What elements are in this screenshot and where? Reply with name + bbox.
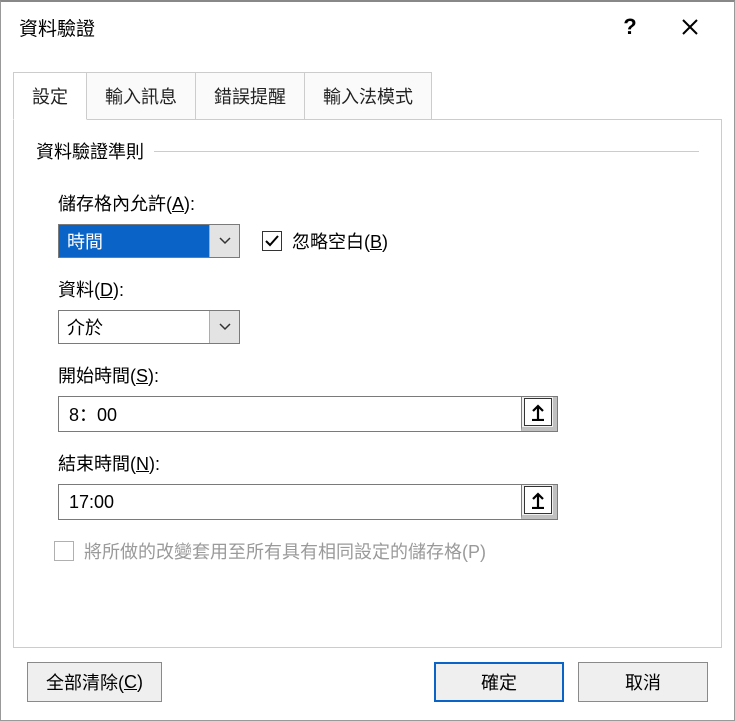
- apply-all-checkbox: [54, 541, 74, 561]
- tab-ime-mode[interactable]: 輸入法模式: [304, 72, 432, 120]
- start-time-field-row: [58, 396, 558, 432]
- chevron-down-icon: [219, 237, 231, 245]
- tab-settings[interactable]: 設定: [13, 72, 87, 120]
- dialog-footer: 全部清除(C) 確定 取消: [13, 648, 722, 720]
- allow-select-dropdown-button[interactable]: [209, 225, 239, 257]
- end-time-field-row: [58, 484, 558, 520]
- check-icon: [264, 233, 280, 249]
- end-time-input[interactable]: [59, 485, 521, 519]
- data-label: 資料(D):: [58, 276, 699, 302]
- apply-all-label: 將所做的改變套用至所有具有相同設定的儲存格(P): [84, 538, 486, 564]
- data-select[interactable]: 介於: [58, 310, 240, 344]
- allow-label: 儲存格內允許(A):: [58, 190, 699, 216]
- criteria-group-label: 資料驗證準則: [36, 138, 699, 164]
- criteria-group-text: 資料驗證準則: [36, 138, 144, 164]
- start-time-ref-button[interactable]: [521, 397, 557, 431]
- tab-input-message[interactable]: 輸入訊息: [86, 72, 196, 120]
- close-icon: [681, 18, 699, 36]
- end-time-label: 結束時間(N):: [58, 450, 699, 476]
- collapse-dialog-icon: [530, 491, 546, 509]
- chevron-down-icon: [219, 323, 231, 331]
- tab-bar: 設定 輸入訊息 錯誤提醒 輸入法模式: [13, 72, 722, 120]
- dialog-title: 資料驗證: [19, 14, 600, 41]
- help-button[interactable]: ?: [600, 2, 660, 52]
- ignore-blank-label: 忽略空白(B): [292, 228, 388, 254]
- close-button[interactable]: [660, 2, 720, 52]
- cancel-button[interactable]: 取消: [578, 662, 708, 702]
- allow-select[interactable]: 時間: [58, 224, 240, 258]
- allow-select-value: 時間: [59, 225, 209, 257]
- collapse-dialog-icon: [530, 403, 546, 421]
- start-time-input[interactable]: [59, 397, 521, 431]
- data-select-dropdown-button[interactable]: [209, 311, 239, 343]
- end-time-ref-button[interactable]: [521, 485, 557, 519]
- data-validation-dialog: 資料驗證 ? 設定 輸入訊息 錯誤提醒 輸入法模式 資料驗證準則 儲存格內允許(…: [0, 0, 735, 721]
- ok-button[interactable]: 確定: [434, 662, 564, 702]
- clear-all-button[interactable]: 全部清除(C): [27, 662, 162, 702]
- start-time-label: 開始時間(S):: [58, 362, 699, 388]
- titlebar: 資料驗證 ?: [1, 2, 734, 52]
- dialog-body: 設定 輸入訊息 錯誤提醒 輸入法模式 資料驗證準則 儲存格內允許(A): 時間: [1, 52, 734, 720]
- apply-all-row: 將所做的改變套用至所有具有相同設定的儲存格(P): [54, 538, 699, 564]
- tab-content-settings: 資料驗證準則 儲存格內允許(A): 時間: [13, 119, 722, 648]
- ignore-blank-checkbox[interactable]: [262, 231, 282, 251]
- data-select-value: 介於: [59, 311, 209, 343]
- group-divider: [154, 151, 699, 152]
- tab-error-alert[interactable]: 錯誤提醒: [195, 72, 305, 120]
- criteria-form: 儲存格內允許(A): 時間 忽略空白(B): [36, 172, 699, 564]
